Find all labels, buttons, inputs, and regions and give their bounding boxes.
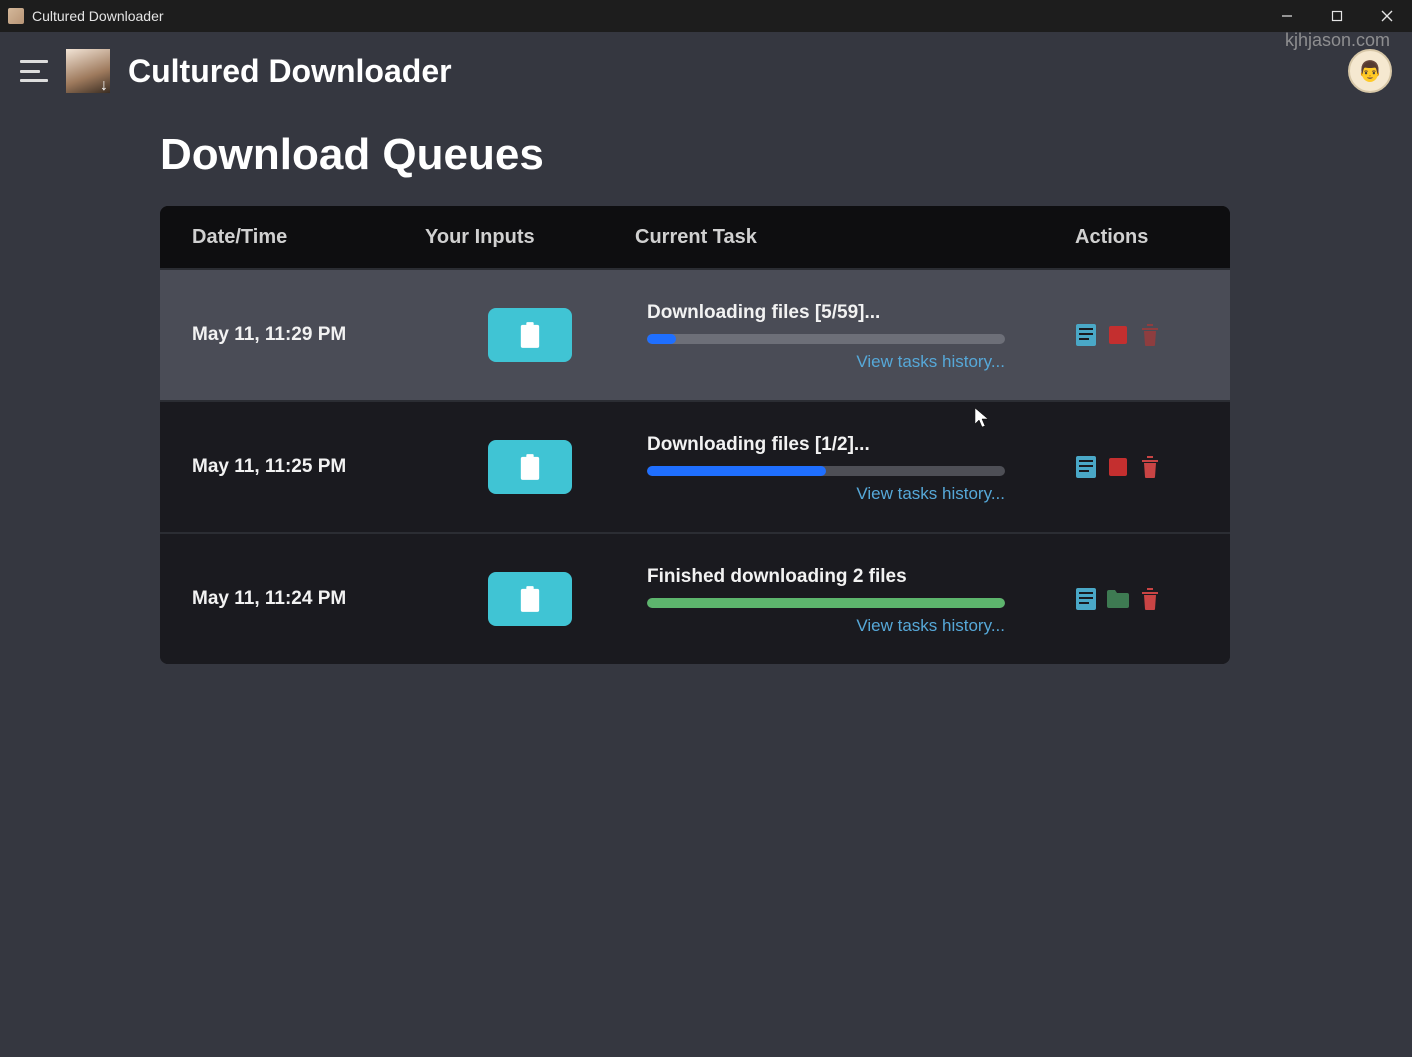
page-body: Download Queues Date/Time Your Inputs Cu… (0, 110, 1412, 664)
row-actions (1055, 456, 1230, 478)
table-row: May 11, 11:25 PM Downloading files [1/2]… (160, 400, 1230, 532)
delete-icon[interactable] (1139, 324, 1161, 346)
progress-fill (647, 466, 826, 476)
details-icon[interactable] (1075, 324, 1097, 346)
table-header-row: Date/Time Your Inputs Current Task Actio… (160, 206, 1230, 268)
window-title: Cultured Downloader (32, 8, 164, 24)
clipboard-icon (519, 454, 541, 480)
app-icon-small (8, 8, 24, 24)
view-inputs-button[interactable] (488, 308, 572, 362)
titlebar-left: Cultured Downloader (8, 8, 164, 24)
progress-bar (647, 598, 1005, 608)
row-date: May 11, 11:29 PM (160, 324, 425, 346)
table-row: May 11, 11:24 PM Finished downloading 2 … (160, 532, 1230, 664)
col-header-date: Date/Time (160, 226, 425, 249)
progress-bar (647, 334, 1005, 344)
hamburger-menu-icon[interactable] (20, 60, 48, 82)
col-header-actions: Actions (1055, 226, 1230, 249)
row-actions (1055, 588, 1230, 610)
task-status-text: Finished downloading 2 files (647, 566, 1027, 588)
app-header: Cultured Downloader 👨 (0, 32, 1412, 110)
page-title: Download Queues (160, 130, 1252, 180)
app-logo-icon (66, 49, 110, 93)
progress-fill (647, 598, 1005, 608)
titlebar: Cultured Downloader (0, 0, 1412, 32)
details-icon[interactable] (1075, 588, 1097, 610)
row-task: Downloading files [1/2]... View tasks hi… (635, 416, 1055, 518)
delete-icon[interactable] (1139, 588, 1161, 610)
view-inputs-button[interactable] (488, 440, 572, 494)
row-inputs (425, 308, 635, 362)
col-header-inputs: Your Inputs (425, 226, 635, 249)
minimize-button[interactable] (1262, 0, 1312, 32)
view-history-link[interactable]: View tasks history... (647, 484, 1005, 504)
row-task: Finished downloading 2 files View tasks … (635, 548, 1055, 650)
app-name: Cultured Downloader (128, 53, 452, 90)
clipboard-icon (519, 322, 541, 348)
task-status-text: Downloading files [1/2]... (647, 434, 1027, 456)
view-history-link[interactable]: View tasks history... (647, 616, 1005, 636)
row-actions (1055, 324, 1230, 346)
details-icon[interactable] (1075, 456, 1097, 478)
row-task: Downloading files [5/59]... View tasks h… (635, 284, 1055, 386)
progress-fill (647, 334, 676, 344)
row-date: May 11, 11:24 PM (160, 588, 425, 610)
col-header-task: Current Task (635, 226, 1055, 249)
clipboard-icon (519, 586, 541, 612)
progress-bar (647, 466, 1005, 476)
table-row: May 11, 11:29 PM Downloading files [5/59… (160, 268, 1230, 400)
open-folder-icon[interactable] (1107, 588, 1129, 610)
window-controls (1262, 0, 1412, 32)
row-inputs (425, 440, 635, 494)
user-avatar[interactable]: 👨 (1348, 49, 1392, 93)
view-inputs-button[interactable] (488, 572, 572, 626)
view-history-link[interactable]: View tasks history... (647, 352, 1005, 372)
download-queue-table: Date/Time Your Inputs Current Task Actio… (160, 206, 1230, 664)
delete-icon[interactable] (1139, 456, 1161, 478)
row-inputs (425, 572, 635, 626)
stop-icon[interactable] (1107, 324, 1129, 346)
maximize-button[interactable] (1312, 0, 1362, 32)
task-status-text: Downloading files [5/59]... (647, 302, 1027, 324)
stop-icon[interactable] (1107, 456, 1129, 478)
close-button[interactable] (1362, 0, 1412, 32)
row-date: May 11, 11:25 PM (160, 456, 425, 478)
